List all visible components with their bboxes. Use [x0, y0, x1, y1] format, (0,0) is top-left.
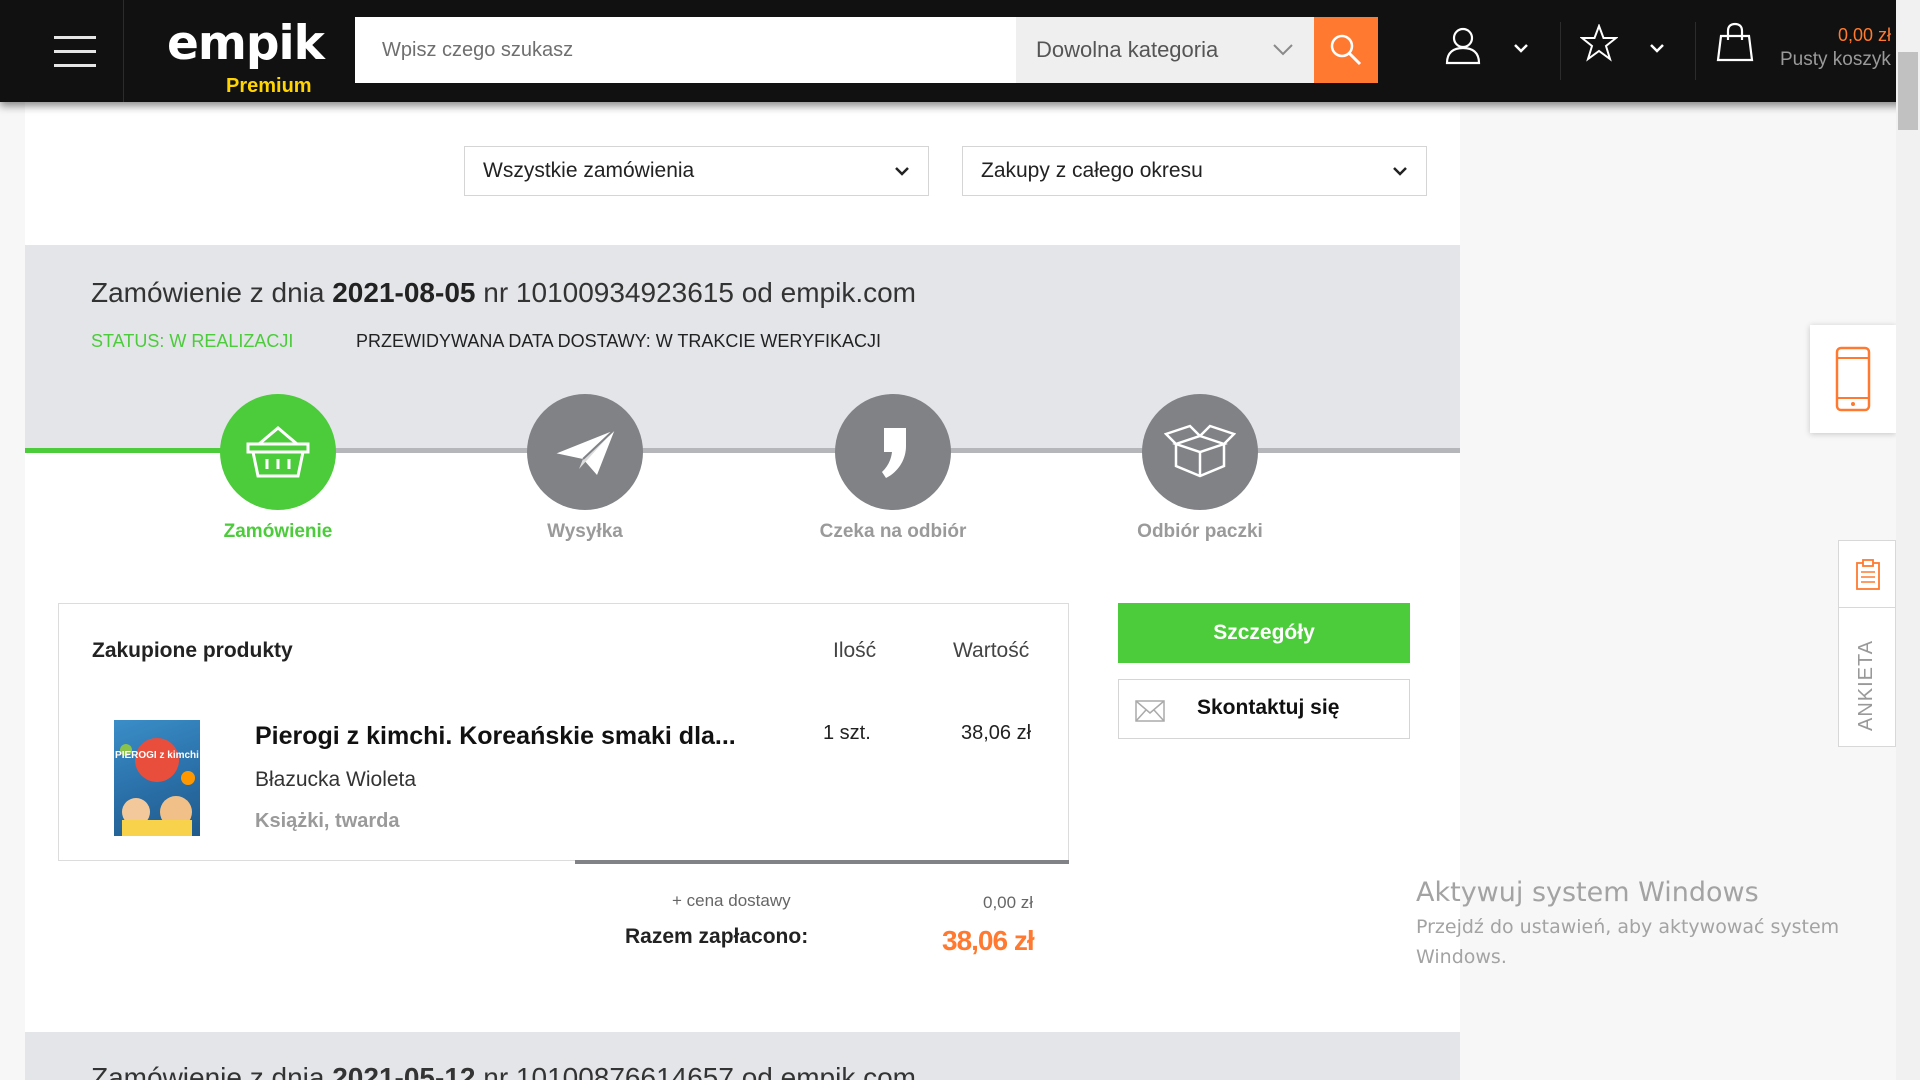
search-input[interactable] [355, 17, 1016, 83]
windows-activation-watermark: Aktywuj system Windows Przejdź do ustawi… [1416, 877, 1876, 972]
book-cover-image[interactable]: PIEROGI z kimchi [114, 720, 200, 836]
contact-us-label: Skontaktuj się [1197, 696, 1340, 719]
products-summary-divider [575, 860, 1069, 864]
survey-widget[interactable]: ANKIETA [1838, 540, 1897, 747]
top-navigation-bar: empik Premium Dowolna kategoria [0, 0, 1920, 102]
order-date: 2021-08-05 [332, 277, 476, 308]
category-label: Dowolna kategoria [1036, 37, 1219, 62]
delivery-cost-label: + cena dostawy [672, 891, 791, 910]
cart-price[interactable]: 0,00 zł [1838, 25, 1891, 46]
delivery-cost-value: 0,00 zł [983, 893, 1034, 912]
next-order-date: 2021-05-12 [332, 1062, 476, 1080]
hamburger-menu-button[interactable] [26, 0, 124, 102]
mobile-app-widget[interactable] [1810, 325, 1896, 433]
quantity-header: Ilość [833, 639, 877, 662]
menu-line [53, 49, 96, 53]
logo-word: empik [167, 16, 325, 71]
watermark-title: Aktywuj system Windows [1416, 877, 1759, 908]
order-status: STATUS: W REALIZACJI [91, 331, 294, 351]
menu-line [53, 35, 96, 39]
box-icon [1164, 424, 1236, 478]
step-awaiting-pickup-circle [835, 394, 951, 510]
order-title-prefix: Zamówienie z dnia [91, 277, 333, 308]
next-order-title[interactable]: Zamówienie z dnia 2021-05-12 nr 10100876… [91, 1062, 916, 1080]
chevron-down-icon [895, 167, 909, 176]
scrollbar-thumb[interactable] [1898, 52, 1918, 130]
star-favorites-icon[interactable] [1580, 24, 1618, 62]
value-header: Wartość [953, 639, 1030, 662]
header-separator [1695, 22, 1696, 80]
order-title: Zamówienie z dnia 2021-08-05 nr 10100934… [91, 277, 916, 309]
product-value: 38,06 zł [961, 722, 1032, 744]
order-details-button[interactable]: Szczegóły [1118, 603, 1410, 663]
basket-icon [246, 426, 310, 478]
step-order-circle [220, 394, 336, 510]
comma-icon [882, 428, 906, 478]
survey-divider [1839, 607, 1897, 608]
envelope-icon [1135, 700, 1165, 722]
next-order-title-suffix: nr 10100876614657 od empik.com [475, 1062, 917, 1080]
step-order-label: Zamówienie [223, 521, 333, 542]
product-quantity: 1 szt. [823, 722, 871, 744]
product-type: Książki, twarda [255, 810, 400, 832]
clipboard-icon [1856, 559, 1880, 590]
shopping-bag-icon[interactable] [1716, 22, 1754, 62]
header-separator [1560, 22, 1561, 80]
survey-label: ANKIETA [1855, 639, 1877, 731]
logo-premium-label: Premium [226, 75, 312, 97]
step-parcel-pickup-circle [1142, 394, 1258, 510]
total-paid-value: 38,06 zł [942, 925, 1035, 956]
cart-status[interactable]: Pusty koszyk [1780, 49, 1891, 71]
order-status-line: STATUS: W REALIZACJI PRZEWIDYWANA DATA D… [91, 331, 881, 352]
order-title-suffix: nr 10100934923615 od empik.com [475, 277, 917, 308]
period-filter-select[interactable]: Zakupy z całego okresu [962, 146, 1427, 196]
search-button[interactable] [1314, 17, 1378, 83]
smartphone-icon [1835, 346, 1871, 412]
category-select[interactable]: Dowolna kategoria [1016, 17, 1314, 83]
step-shipping-label: Wysyłka [547, 521, 623, 542]
step-parcel-pickup-label: Odbiór paczki [1137, 521, 1263, 542]
products-header: Zakupione produkty [92, 639, 293, 662]
book-cover-art [120, 738, 195, 836]
chevron-down-icon [1393, 167, 1407, 176]
step-awaiting-pickup-label: Czeka na odbiór [819, 521, 967, 542]
account-chevron-down-icon[interactable] [1512, 42, 1530, 54]
delivery-estimate: PRZEWIDYWANA DATA DOSTAWY: W TRAKCIE WER… [356, 331, 882, 351]
search-icon [1330, 34, 1362, 66]
orders-filter-label: Wszystkie zamówienia [483, 159, 695, 182]
book-cover-title: PIEROGI z kimchi [115, 750, 199, 761]
order-progress-done [25, 448, 225, 453]
empik-premium-logo[interactable]: empik Premium [167, 20, 325, 100]
chevron-down-icon [1273, 44, 1293, 56]
watermark-subtitle: Przejdź do ustawień, aby aktywować syste… [1416, 916, 1840, 968]
orders-filter-select[interactable]: Wszystkie zamówienia [464, 146, 929, 196]
orders-panel: Wszystkie zamówienia Zakupy z całego okr… [25, 102, 1460, 1080]
favorites-chevron-down-icon[interactable] [1648, 42, 1666, 54]
paper-plane-icon [554, 428, 616, 475]
user-account-icon[interactable] [1443, 25, 1483, 65]
period-filter-label: Zakupy z całego okresu [981, 159, 1203, 182]
next-order-title-prefix: Zamówienie z dnia [91, 1062, 333, 1080]
product-author: Błazucka Wioleta [255, 768, 417, 791]
search-bar: Dowolna kategoria [355, 17, 1378, 83]
product-title-link[interactable]: Pierogi z kimchi. Koreańskie smaki dla..… [255, 722, 736, 751]
page-scrollbar[interactable] [1896, 0, 1920, 1080]
menu-line [53, 63, 96, 67]
step-shipping-circle [527, 394, 643, 510]
total-paid-label: Razem zapłacono: [625, 925, 809, 948]
contact-us-button[interactable]: Skontaktuj się [1118, 679, 1410, 739]
